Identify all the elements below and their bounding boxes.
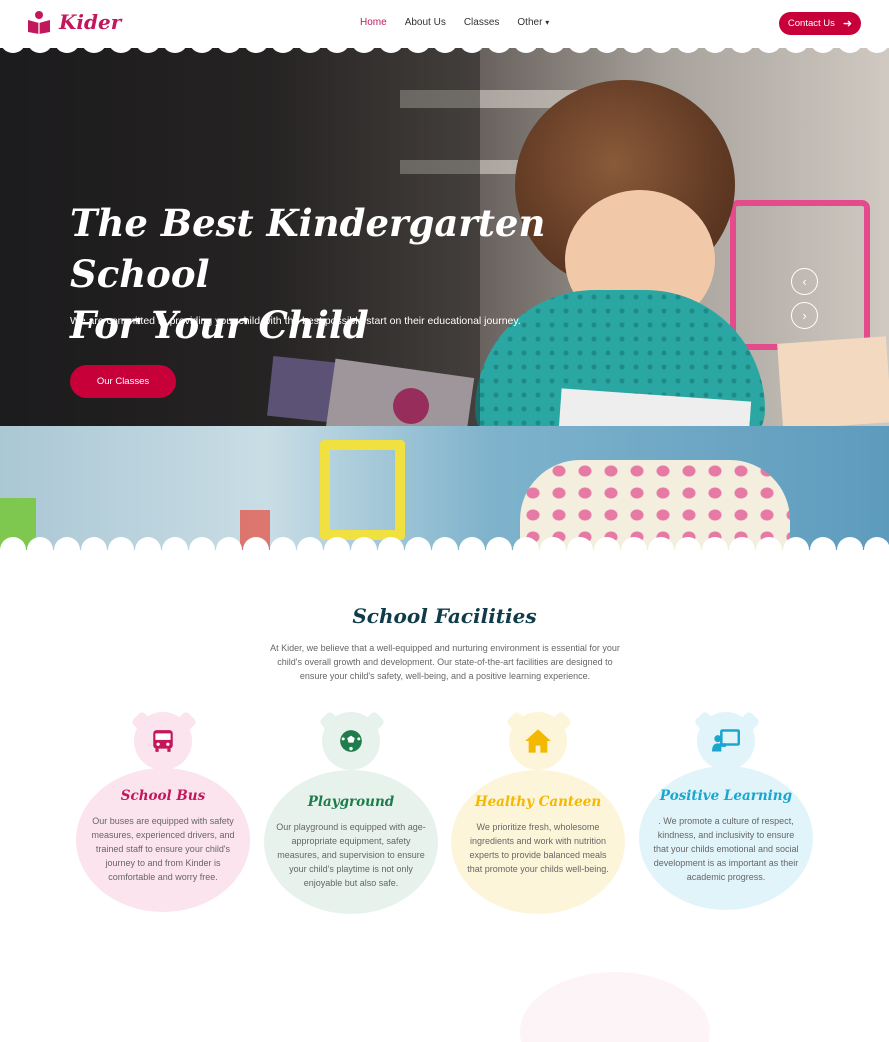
hero-title-line1: The Best Kindergarten School xyxy=(70,201,546,296)
football-icon xyxy=(322,712,380,770)
card-title: Healthy Canteen xyxy=(474,794,602,810)
teacher-icon xyxy=(697,712,755,770)
chevron-right-icon: › xyxy=(802,308,807,323)
our-classes-button[interactable]: Our Classes xyxy=(70,365,176,398)
card-text: Our buses are equipped with safety measu… xyxy=(91,816,235,882)
contact-us-button[interactable]: Contact Us ➜ xyxy=(779,12,861,35)
nav-home[interactable]: Home xyxy=(360,17,387,28)
facilities-description: At Kider, we believe that a well-equippe… xyxy=(270,643,620,681)
facilities-title: School Facilities xyxy=(352,604,537,628)
card-title: Positive Learning xyxy=(659,788,793,804)
card-text: We prioritize fresh, wholesome ingredien… xyxy=(467,822,609,874)
nav-classes[interactable]: Classes xyxy=(464,17,500,28)
hero-subtitle: We are committed to providing your child… xyxy=(70,315,521,327)
chevron-left-icon: ‹ xyxy=(802,274,807,289)
decorative-shape xyxy=(520,972,710,1042)
arrow-right-icon: ➜ xyxy=(842,18,853,30)
card-text: Our playground is equipped with age-appr… xyxy=(276,822,426,888)
carousel-prev-button[interactable]: ‹ xyxy=(791,268,818,295)
contact-us-label: Contact Us xyxy=(787,18,835,29)
home-icon xyxy=(509,712,567,770)
card-title: School Bus xyxy=(120,788,206,804)
book-reader-icon xyxy=(27,10,51,34)
navbar: Kider Home About Us Classes Other ▾ Cont… xyxy=(0,0,889,48)
logo[interactable]: Kider xyxy=(27,10,121,34)
nav-other[interactable]: Other ▾ xyxy=(517,17,549,28)
brand-name: Kider xyxy=(59,10,122,34)
book xyxy=(777,336,889,430)
bus-icon xyxy=(134,712,192,770)
toy-block xyxy=(320,440,405,540)
page: Kider Home About Us Classes Other ▾ Cont… xyxy=(0,0,889,1042)
scallop-border-bottom xyxy=(0,537,889,550)
card-title: Playground xyxy=(307,794,395,810)
nav-about-us[interactable]: About Us xyxy=(405,17,446,28)
main-menu: Home About Us Classes Other ▾ xyxy=(360,17,549,28)
card-text: . We promote a culture of respect, kindn… xyxy=(653,816,799,882)
carousel-next-button[interactable]: › xyxy=(791,302,818,329)
nav-other-label: Other xyxy=(517,17,543,28)
chevron-down-icon: ▾ xyxy=(545,18,550,27)
